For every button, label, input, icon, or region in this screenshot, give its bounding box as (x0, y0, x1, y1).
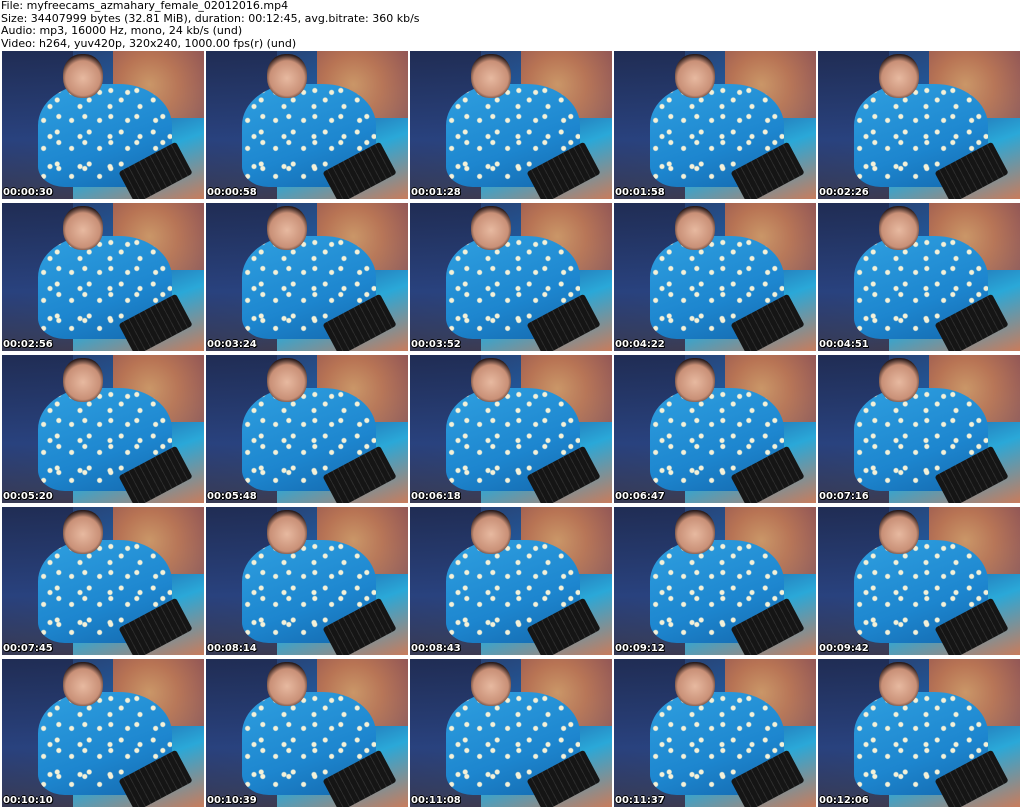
video-thumbnail: 00:00:30 (2, 51, 204, 199)
video-thumbnail: 00:05:48 (206, 355, 408, 503)
thumbnail-timestamp: 00:09:12 (615, 643, 665, 654)
video-info-line: Video: h264, yuv420p, 320x240, 1000.00 f… (1, 36, 297, 50)
thumbnail-timestamp: 00:12:06 (819, 795, 869, 806)
video-thumbnail: 00:09:42 (818, 507, 1020, 655)
thumbnail-timestamp: 00:03:52 (411, 339, 461, 350)
audio-info-line: Audio: mp3, 16000 Hz, mono, 24 kb/s (und… (1, 24, 243, 37)
video-thumbnail: 00:08:14 (206, 507, 408, 655)
thumbnail-timestamp: 00:07:16 (819, 491, 869, 502)
thumbnail-timestamp: 00:00:58 (207, 187, 257, 198)
video-thumbnail: 00:02:56 (2, 203, 204, 351)
thumbnail-timestamp: 00:03:24 (207, 339, 257, 350)
thumbnail-timestamp: 00:06:18 (411, 491, 461, 502)
video-thumbnail: 00:11:08 (410, 659, 612, 807)
file-name-line: File: myfreecams_azmahary_female_0201201… (1, 0, 289, 12)
thumbnail-timestamp: 00:04:22 (615, 339, 665, 350)
thumbnail-timestamp: 00:00:30 (3, 187, 53, 198)
video-thumbnail: 00:03:24 (206, 203, 408, 351)
thumbnail-timestamp: 00:02:26 (819, 187, 869, 198)
thumbnail-timestamp: 00:02:56 (3, 339, 53, 350)
video-thumbnail: 00:09:12 (614, 507, 816, 655)
thumbnail-timestamp: 00:08:14 (207, 643, 257, 654)
video-thumbnail: 00:08:43 (410, 507, 612, 655)
video-thumbnail: 00:02:26 (818, 51, 1020, 199)
video-thumbnail: 00:01:58 (614, 51, 816, 199)
thumbnail-timestamp: 00:07:45 (3, 643, 53, 654)
video-thumbnail: 00:06:18 (410, 355, 612, 503)
file-info-header: File: myfreecams_azmahary_female_0201201… (0, 0, 1024, 51)
thumbnail-timestamp: 00:01:58 (615, 187, 665, 198)
video-thumbnail: 00:00:58 (206, 51, 408, 199)
thumbnail-timestamp: 00:11:08 (411, 795, 461, 806)
video-thumbnail: 00:11:37 (614, 659, 816, 807)
thumbnail-timestamp: 00:08:43 (411, 643, 461, 654)
thumbnail-timestamp: 00:10:39 (207, 795, 257, 806)
thumbnail-timestamp: 00:01:28 (411, 187, 461, 198)
video-thumbnail: 00:04:22 (614, 203, 816, 351)
thumbnail-timestamp: 00:06:47 (615, 491, 665, 502)
video-thumbnail: 00:04:51 (818, 203, 1020, 351)
video-thumbnail: 00:01:28 (410, 51, 612, 199)
thumbnail-timestamp: 00:10:10 (3, 795, 53, 806)
video-thumbnail: 00:06:47 (614, 355, 816, 503)
video-thumbnail: 00:05:20 (2, 355, 204, 503)
video-thumbnail: 00:10:10 (2, 659, 204, 807)
video-thumbnail: 00:12:06 (818, 659, 1020, 807)
video-thumbnail: 00:07:45 (2, 507, 204, 655)
video-thumbnail: 00:03:52 (410, 203, 612, 351)
thumbnail-timestamp: 00:04:51 (819, 339, 869, 350)
video-thumbnail: 00:10:39 (206, 659, 408, 807)
thumbnail-timestamp: 00:09:42 (819, 643, 869, 654)
thumbnail-timestamp: 00:05:20 (3, 491, 53, 502)
thumbnail-timestamp: 00:05:48 (207, 491, 257, 502)
thumbnail-grid: 00:00:30 00:00:58 00:01:28 00:01:58 00:0… (0, 51, 1024, 807)
video-thumbnail: 00:07:16 (818, 355, 1020, 503)
thumbnail-timestamp: 00:11:37 (615, 795, 665, 806)
